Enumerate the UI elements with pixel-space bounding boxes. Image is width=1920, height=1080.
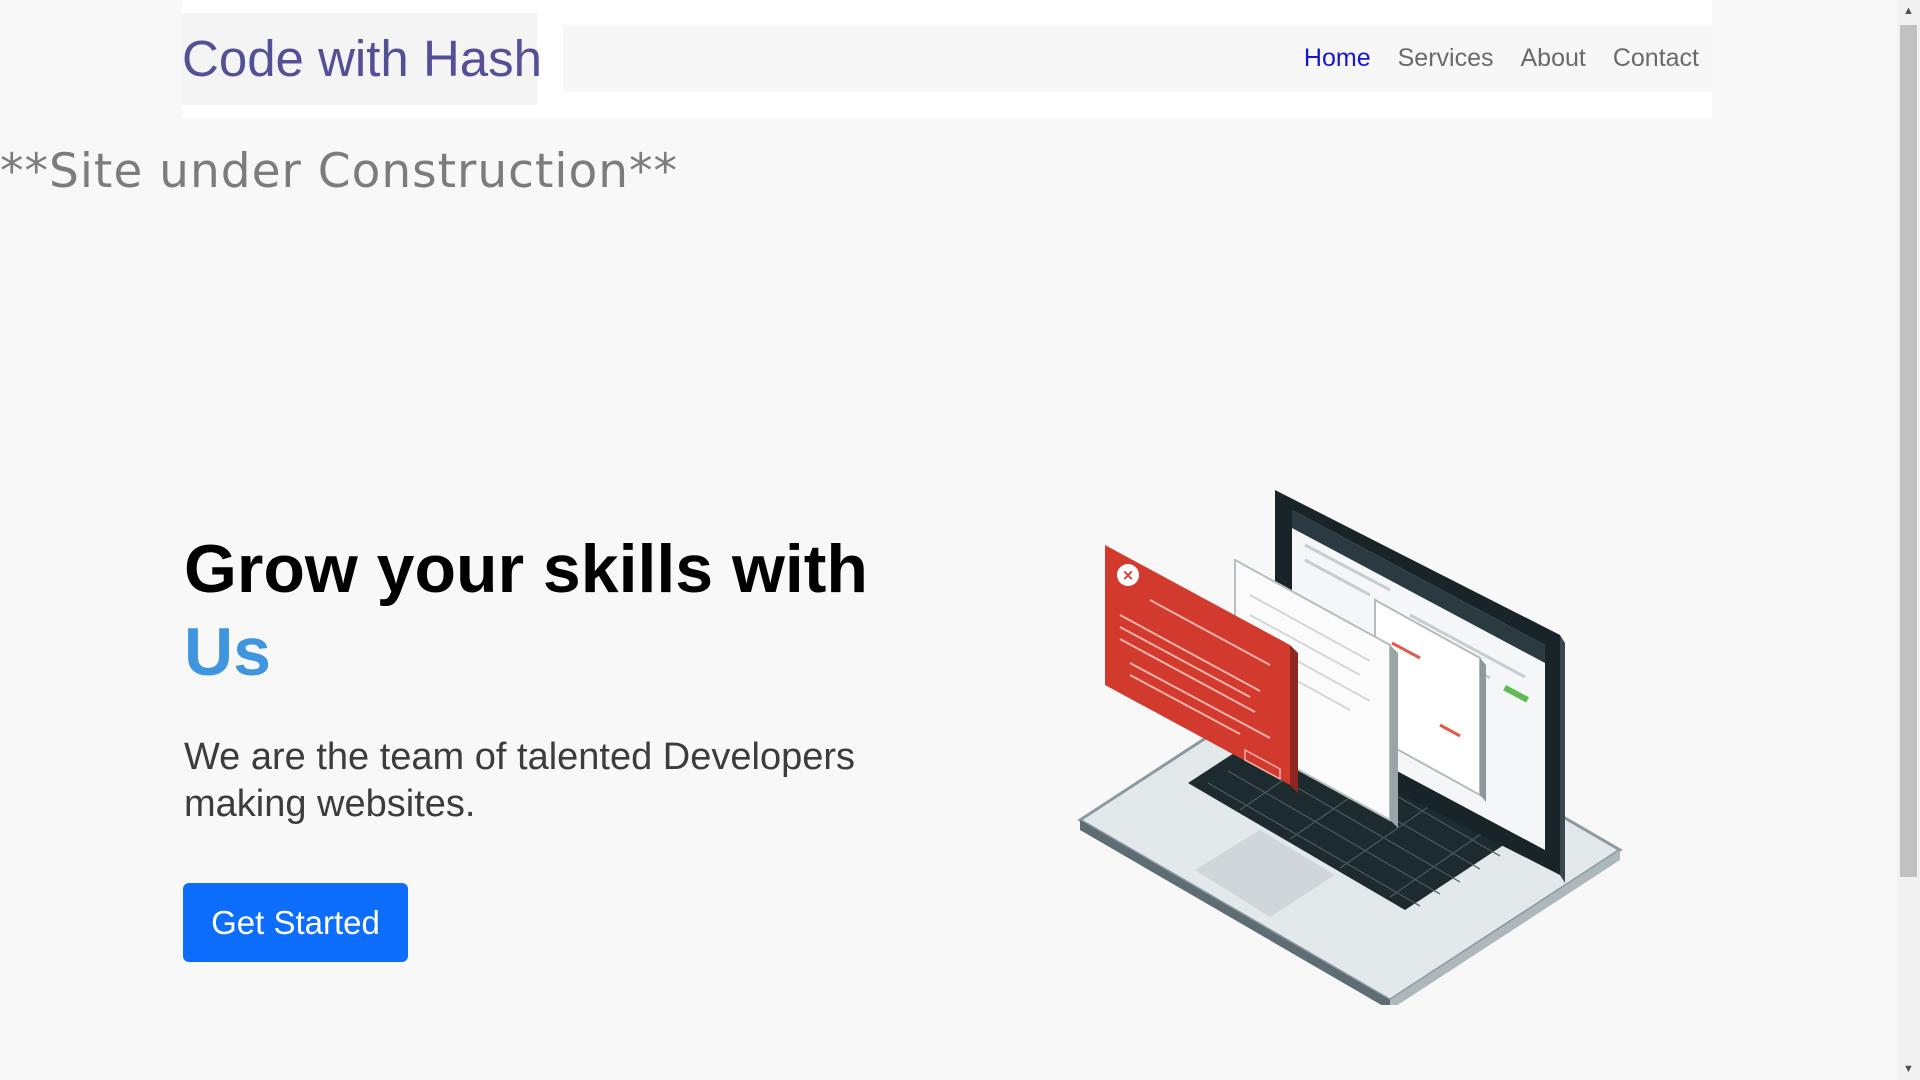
- browser-panel-middle-side: [1390, 645, 1398, 828]
- laptop-security-warning-illustration: ×: [1077, 490, 1623, 1005]
- hero-subtitle: We are the team of talented Developers m…: [184, 736, 856, 825]
- laptop-screen-lid-edge: [1560, 635, 1565, 883]
- construction-notice: **Site under Construction**: [0, 144, 679, 199]
- nav-link-about[interactable]: About: [1520, 44, 1585, 73]
- nav-link-services[interactable]: Services: [1398, 44, 1494, 73]
- vertical-scrollbar[interactable]: ▲ ▼: [1897, 0, 1920, 1080]
- hero-title: Grow your skills with: [184, 531, 868, 607]
- scroll-up-arrow-icon[interactable]: ▲: [1897, 0, 1920, 22]
- warning-panel-side: [1290, 645, 1298, 793]
- scrollbar-thumb[interactable]: [1900, 25, 1917, 877]
- site-logo[interactable]: Code with Hash: [182, 13, 542, 105]
- browser-panel-back-side: [1480, 658, 1486, 802]
- warning-close-glyph: ×: [1122, 566, 1135, 584]
- main-navbar: Home Services About Contact: [563, 25, 1712, 92]
- scroll-down-arrow-icon[interactable]: ▼: [1897, 1058, 1920, 1080]
- get-started-button[interactable]: Get Started: [183, 883, 408, 962]
- hero-title-highlight: Us: [184, 614, 271, 690]
- nav-link-contact[interactable]: Contact: [1613, 44, 1699, 73]
- nav-list: Home Services About Contact: [1277, 25, 1699, 92]
- page-viewport: Code with Hash Home Services About Conta…: [0, 0, 1897, 1080]
- nav-link-home[interactable]: Home: [1304, 44, 1371, 73]
